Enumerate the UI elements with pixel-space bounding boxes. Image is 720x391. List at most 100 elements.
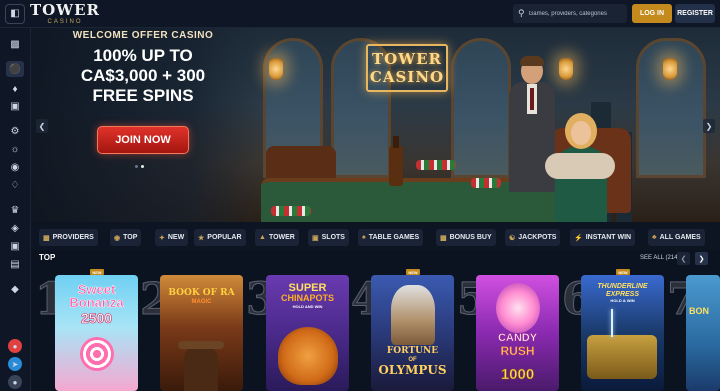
register-button[interactable]: REGISTER [675,4,715,23]
join-now-button[interactable]: JOIN NOW [97,126,189,154]
game-card-bonanza[interactable]: BON [686,275,720,391]
category-jackpots[interactable]: ☯ JACKPOTS [505,229,561,246]
lobby-icon[interactable]: ⚫ [6,61,24,77]
see-all-link[interactable]: SEE ALL (214) [640,255,679,261]
category-label: JACKPOTS [518,234,557,241]
vip-icon[interactable]: ◈ [8,222,22,234]
tower-casino-sign: TOWER CASINO [366,44,448,92]
category-label: POPULAR [207,234,242,241]
hero-subtitle: WELCOME OFFER CASINO [72,30,214,41]
game-title-line-3: 2500 [80,310,113,326]
top-icon: ◉ [114,234,121,242]
bonus-buy-icon: ▩ [440,234,447,242]
category-tower[interactable]: ▲ TOWER [255,229,299,246]
category-top[interactable]: ◉ TOP [110,229,142,246]
category-bar: ▩ PROVIDERS ◉ TOP ✦ NEW ★ POPULAR ▲ TOWER ▣ SL… [31,222,720,250]
game-title-line-1: FORTUNE [386,346,439,356]
carousel-dot-active[interactable] [141,165,144,168]
bottle-decor [389,136,403,186]
game-card-thunderline-express[interactable]: THUNDERLINE EXPRESS HOLD & WIN [581,275,664,391]
category-label: BONUS BUY [449,234,492,241]
hero-next-arrow-icon[interactable]: ❯ [703,119,715,133]
game-card-book-of-ra[interactable]: BOOK OF RA MAGIC [160,275,243,391]
game-card-super-chinapots[interactable]: SUPER CHINAPOTS HOLD AND WIN [266,275,349,391]
search-icon: ⚲ [518,8,525,18]
sports-icon[interactable]: ⚙ [8,125,22,137]
category-label: TOWER [268,234,295,241]
category-label: INSTANT WIN [585,234,632,241]
bonus-icon[interactable]: ☼ [8,143,22,155]
tiger-figure [278,327,338,385]
category-slots[interactable]: ▣ SLOTS [308,229,349,246]
game-title-line-1: BOOK OF RA [168,288,235,298]
carousel-dots [135,165,144,168]
trophy-icon[interactable]: ♛ [8,204,22,216]
category-label: TABLE GAMES [368,234,420,241]
all-games-icon: ♣ [652,234,657,241]
lamp-decor [559,58,573,80]
logo-sub-text: CASINO [47,18,83,25]
chips-decor [471,178,501,188]
zeus-figure [391,285,435,345]
game-card-candy-rush[interactable]: CANDY RUSH 1000 [476,275,559,391]
category-instant-win[interactable]: ⚡ INSTANT WIN [570,229,636,246]
lollipop-decor [80,337,114,371]
gumball-machine-decor [496,283,540,333]
game-title-line-2: Bonanza [69,295,124,310]
shop-icon[interactable]: ▣ [8,240,22,252]
sidebar-toggle-icon: ◧ [10,8,20,19]
hero-banner[interactable]: TOWER CASINO WELCOME OFFER CASINO 100% U… [31,28,720,222]
new-badge: NEW [616,269,630,275]
game-card-sweet-bonanza[interactable]: Sweet Bonanza 2500 [55,275,138,391]
train-figure [587,335,657,379]
tower-icon: ▲ [259,234,266,241]
gift-icon[interactable]: ▩ [8,38,22,50]
game-title-line-2: RUSH [500,344,535,358]
game-title-line-1: BON [689,306,709,316]
sidebar: ▩ ⚫ ♦ ▣ ⚙ ☼ ◉ ♢ ♛ ◈ ▣ ▤ ◆ ● ➤ ● [0,28,31,391]
top-bar: ◧ TOWER CASINO ⚲ LOG IN REGISTER [0,0,720,28]
game-card-fortune-of-olympus[interactable]: FORTUNE OF OLYMPUS [371,275,454,391]
game-title-line-1: CANDY [497,332,538,344]
category-label: SLOTS [321,234,345,241]
category-label: NEW [167,234,185,241]
promotions-icon[interactable]: ◉ [8,161,22,173]
chat-icon[interactable]: ● [8,375,22,389]
live-icon[interactable]: ▣ [8,100,22,112]
telegram-icon[interactable]: ➤ [8,357,22,371]
leaderboard-icon[interactable]: ▤ [8,258,22,270]
game-title-line-3: HOLD AND WIN [292,304,323,309]
category-table-games[interactable]: ♠ TABLE GAMES [358,229,424,246]
hero-prev-arrow-icon[interactable]: ❮ [36,119,48,133]
category-popular[interactable]: ★ POPULAR [194,229,246,246]
category-label: ALL GAMES [659,234,701,241]
category-providers[interactable]: ▩ PROVIDERS [39,229,98,246]
game-title-line-3: HOLD & WIN [610,298,635,303]
explorer-figure [184,345,218,391]
category-new[interactable]: ✦ NEW [155,229,189,246]
carousel-dot[interactable] [135,165,138,168]
lamp-decor [663,58,677,80]
diamond-icon[interactable]: ◆ [8,283,22,295]
search-box[interactable]: ⚲ [513,4,627,23]
chevron-right-icon[interactable]: ❯ [695,252,708,265]
chips-decor [416,160,456,170]
category-all-games[interactable]: ♣ ALL GAMES [648,229,705,246]
category-bonus-buy[interactable]: ▩ BONUS BUY [436,229,496,246]
menu-toggle-button[interactable]: ◧ [5,3,25,24]
shield-icon[interactable]: ♢ [8,179,22,191]
slots-icon: ▣ [312,234,319,242]
game-title-line-2: CHINAPOTS [280,293,334,303]
logo[interactable]: TOWER CASINO [30,2,100,25]
new-badge: NEW [406,269,420,275]
section-title: TOP [39,253,56,262]
login-button[interactable]: LOG IN [632,4,672,23]
chevron-left-icon[interactable]: ❮ [677,252,690,265]
providers-icon: ▩ [43,234,50,242]
support-icon[interactable]: ● [8,339,22,353]
lightning-decor [611,309,613,337]
search-input[interactable] [528,10,627,17]
casino-icon[interactable]: ♦ [8,83,22,95]
jackpots-icon: ☯ [509,234,516,242]
sign-line-2: CASINO [369,68,445,86]
